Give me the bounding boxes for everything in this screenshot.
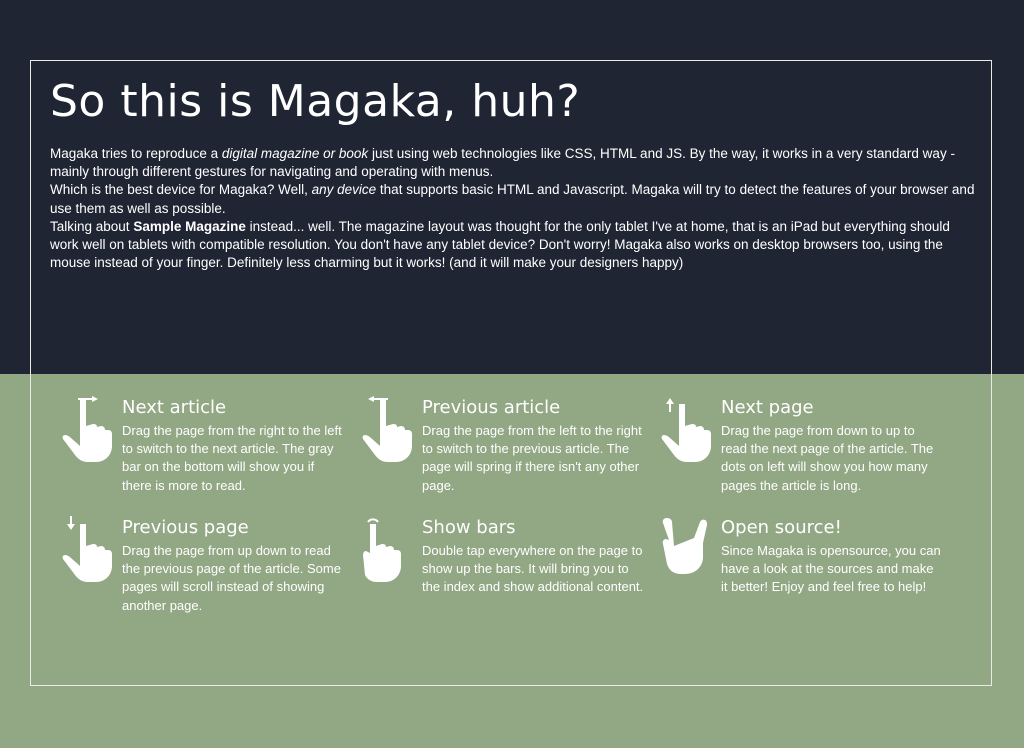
feature-title: Previous page [122,517,249,538]
feature-description: Drag the page from the left to the right… [422,423,642,493]
intro-paragraph: Talking about Sample Magazine instead...… [50,218,950,271]
feature-show-bars: Show bars Double tap everywhere on the p… [356,516,646,626]
feature-previous-article: Previous article Drag the page from the … [356,396,646,506]
feature-description: Since Magaka is opensource, you can have… [721,543,941,595]
swipe-right-hand-icon [362,396,412,462]
feature-title: Previous article [422,397,561,418]
feature-description: Double tap everywhere on the page to sho… [422,543,644,595]
intro-paragraph: Magaka tries to reproduce a digital maga… [50,146,955,180]
feature-title: Show bars [422,517,516,538]
swipe-down-hand-icon [62,516,112,582]
intro-text: Magaka tries to reproduce a digital maga… [50,145,980,272]
feature-description: Drag the page from the right to the left… [122,423,342,493]
feature-next-page: Next page Drag the page from down to up … [655,396,945,506]
rock-hand-icon [662,518,707,574]
feature-title: Next page [721,397,814,418]
double-tap-hand-icon [363,518,401,582]
feature-next-article: Next article Drag the page from the righ… [56,396,346,506]
swipe-up-hand-icon [661,398,711,462]
intro-paragraph: Which is the best device for Magaka? Wel… [50,182,975,216]
feature-open-source: Open source! Since Magaka is opensource,… [655,516,945,626]
feature-title: Open source! [721,517,842,538]
feature-previous-page: Previous page Drag the page from up down… [56,516,346,626]
swipe-left-hand-icon [62,396,112,462]
feature-description: Drag the page from down to up to read th… [721,423,934,493]
page-title: So this is Magaka, huh? [50,76,581,127]
feature-description: Drag the page from up down to read the p… [122,543,341,613]
feature-title: Next article [122,397,227,418]
